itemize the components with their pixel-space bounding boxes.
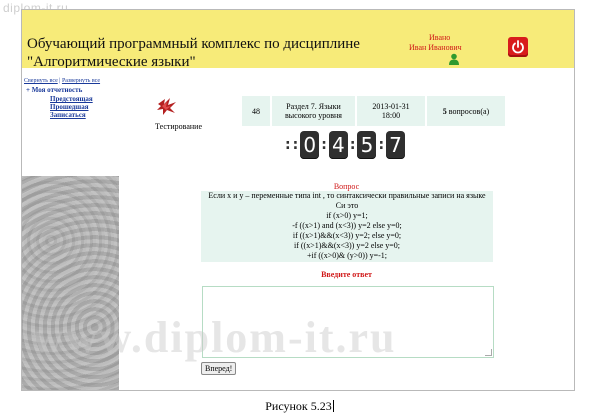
- table-row[interactable]: 48 Раздел 7. Языки высокого уровня 2013-…: [242, 96, 505, 126]
- page-title: Обучающий программный комплекс по дисцип…: [27, 35, 360, 71]
- figure-caption: Рисунок 5.23: [0, 399, 599, 414]
- timer-separator: :: [349, 137, 356, 153]
- timer-digit: 7: [386, 131, 406, 159]
- title-line-1: Обучающий программный комплекс по дисцип…: [27, 36, 360, 52]
- test-time: 18:00: [381, 111, 401, 120]
- timer-digit: 0: [300, 131, 320, 159]
- sidebar-item-enroll[interactable]: Записаться: [50, 111, 86, 119]
- question-line: Если x и y – переменные типа int , то си…: [208, 191, 486, 200]
- question-line: if ((x>1)&&(x<3)) y=2 else y=0;: [293, 241, 401, 250]
- user-full-name: Иван Иванович: [409, 43, 462, 52]
- question-line: if ((x>1)&&(x<3)) y=2; else y=0;: [292, 231, 402, 240]
- answer-title: Введите ответ: [321, 270, 372, 279]
- question-line: -f ((x>1) and (x<3)) y=2 else y=0;: [292, 221, 402, 230]
- timer-separator: :: [378, 137, 385, 153]
- questions-suffix: вопросов(а): [446, 106, 490, 116]
- expand-all-link[interactable]: Развернуть все: [62, 78, 100, 84]
- sidebar-item-my-reports[interactable]: + Моя отчетность: [26, 86, 82, 94]
- next-button[interactable]: Вперед!: [201, 362, 237, 375]
- testing-icon: [157, 98, 176, 115]
- watermark: www.diplom-it.ru: [32, 313, 397, 362]
- sidebar-item-label: Моя отчетность: [31, 86, 83, 94]
- question-line: Си это: [335, 201, 359, 210]
- test-info-table: 48 Раздел 7. Языки высокого уровня 2013-…: [240, 94, 507, 128]
- sidebar-item-upcoming[interactable]: Предстоящая: [50, 95, 93, 103]
- test-questions: 5 вопросов(а): [427, 96, 505, 126]
- timer-separator: :: [292, 137, 299, 153]
- test-date: 2013-01-31: [372, 102, 410, 111]
- test-section: Раздел 7. Языки высокого уровня: [272, 96, 355, 126]
- test-datetime: 2013-01-31 18:00: [357, 96, 425, 126]
- timer-digit: 5: [357, 131, 377, 159]
- question-text: Если x и y – переменные типа int , то си…: [201, 191, 493, 262]
- user-icon[interactable]: [448, 53, 460, 65]
- timer-digit: 4: [328, 131, 348, 159]
- test-label: Тестирование: [155, 122, 202, 131]
- logout-button[interactable]: [508, 37, 528, 57]
- tree-controls: Свернуть все | Развернуть все: [24, 78, 100, 84]
- question-title: Вопрос: [333, 182, 360, 191]
- caption-text: Рисунок 5.23: [265, 399, 332, 413]
- sidebar: Свернуть все | Развернуть все + Моя отче…: [22, 68, 119, 176]
- timer-separator: :: [321, 137, 327, 153]
- sidebar-item-past[interactable]: Прошедшая: [50, 103, 89, 111]
- user-short-name: Ивано: [429, 33, 451, 42]
- collapse-all-link[interactable]: Свернуть все: [24, 78, 58, 84]
- question-line: if (x>0) y=1;: [326, 211, 368, 220]
- countdown-timer: : : 0 : 4 : 5 : 7: [284, 131, 406, 159]
- bullet-icon: +: [26, 86, 30, 94]
- question-line: +if ((x>0)& (y>0)) y=-1;: [306, 251, 388, 260]
- resize-handle[interactable]: [485, 349, 492, 356]
- text-cursor: [332, 400, 334, 412]
- timer-separator: :: [285, 137, 291, 153]
- power-icon: [512, 40, 524, 54]
- test-number: 48: [242, 96, 270, 126]
- header: Обучающий программный комплекс по дисцип…: [22, 10, 574, 71]
